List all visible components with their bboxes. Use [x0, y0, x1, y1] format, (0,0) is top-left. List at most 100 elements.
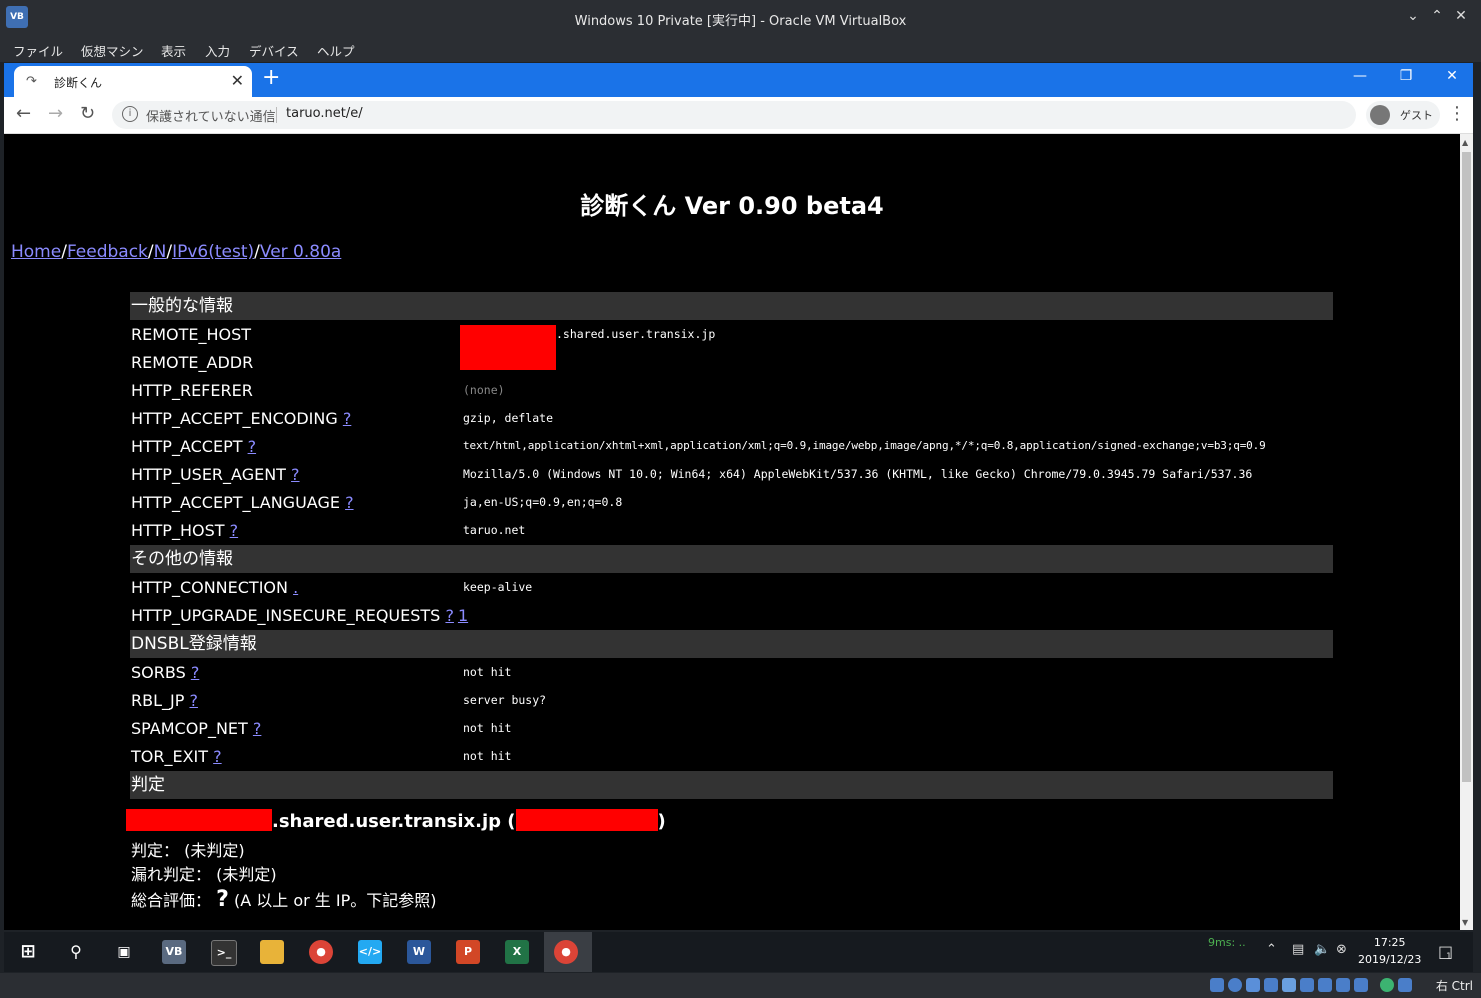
search-icon[interactable]: ⚲	[64, 940, 88, 964]
chrome-icon[interactable]: ●	[309, 940, 333, 964]
host-key-label: 右 Ctrl	[1435, 979, 1473, 993]
url-text[interactable]: taruo.net/e/	[286, 106, 363, 121]
help-link[interactable]: ?	[445, 606, 454, 625]
chevron-down-icon[interactable]: ⌄	[1403, 8, 1423, 24]
reload-icon[interactable]: ↻	[80, 103, 95, 124]
taskbar-clock[interactable]: 17:25 2019/12/23	[1358, 936, 1421, 966]
hdd-status-icon[interactable]	[1210, 978, 1224, 992]
help-link[interactable]: ?	[345, 493, 354, 512]
menu-help[interactable]: ヘルプ	[317, 41, 355, 60]
usb-status-icon[interactable]	[1282, 978, 1296, 992]
tab-title: 診断くん	[54, 76, 103, 90]
link-home[interactable]: Home	[11, 242, 61, 262]
chrome-active-icon[interactable]: ●	[554, 940, 578, 964]
forward-arrow-icon[interactable]: →	[48, 103, 63, 124]
verdict-host: .shared.user.transix.jp ()	[126, 809, 666, 832]
menu-view[interactable]: 表示	[161, 41, 186, 60]
help-link[interactable]: ?	[343, 409, 352, 428]
tab-close-icon[interactable]: ✕	[231, 71, 244, 90]
link-ipv6[interactable]: IPv6(test)	[172, 242, 254, 262]
tray-chevron-icon[interactable]: ⌃	[1266, 942, 1277, 957]
profile-button[interactable]: ゲスト	[1366, 101, 1440, 129]
link-feedback[interactable]: Feedback	[67, 242, 148, 262]
volume-icon[interactable]: 🔈	[1314, 942, 1330, 957]
network-icon[interactable]: ▤	[1292, 942, 1304, 957]
minimize-icon[interactable]: —	[1350, 68, 1370, 84]
row-key: REMOTE_ADDR	[131, 353, 254, 372]
row-key-text: SPAMCOP_NET	[131, 719, 248, 738]
row-value: taruo.net	[463, 523, 526, 537]
virtualbox-app-icon[interactable]: VB	[162, 940, 186, 964]
scroll-down-icon[interactable]: ▼	[1462, 918, 1468, 927]
row-key-text: RBL_JP	[131, 691, 185, 710]
vscode-icon[interactable]: </>	[358, 940, 382, 964]
row-value: not hit	[463, 721, 512, 735]
security-label[interactable]: 保護されていない通信	[146, 106, 276, 125]
display-status-icon[interactable]	[1318, 978, 1332, 992]
redaction-box	[515, 809, 658, 831]
file-explorer-icon[interactable]	[260, 940, 284, 964]
overall-label: 総合評価：	[131, 891, 212, 910]
page-scrollbar[interactable]: ▲ ▼	[1460, 134, 1473, 930]
word-icon[interactable]: W	[407, 940, 431, 964]
verdict-host-text: .shared.user.transix.jp (	[272, 811, 516, 832]
scroll-up-icon[interactable]: ▲	[1462, 138, 1468, 147]
row-key: RBL_JP ?	[131, 691, 198, 710]
table-row: HTTP_CONNECTION . keep-alive	[130, 574, 1333, 602]
close-circle-icon[interactable]: ⊗	[1336, 942, 1347, 957]
vbox-close-icon[interactable]: ✕	[1451, 8, 1471, 24]
new-tab-button[interactable]: +	[262, 65, 280, 90]
section-general: 一般的な情報	[130, 292, 1333, 320]
address-bar[interactable]: i 保護されていない通信 taruo.net/e/	[112, 101, 1356, 129]
page-favicon-icon: ↷	[26, 74, 37, 89]
help-link[interactable]: ?	[213, 747, 222, 766]
table-row: HTTP_HOST ? taruo.net	[130, 517, 1333, 545]
link-version[interactable]: Ver 0.80a	[260, 242, 341, 262]
network-status-icon[interactable]	[1264, 978, 1278, 992]
powerpoint-icon[interactable]: P	[456, 940, 480, 964]
window-close-icon[interactable]: ✕	[1442, 68, 1462, 84]
windows-start-icon[interactable]: ⊞	[16, 940, 40, 964]
chevron-up-icon[interactable]: ⌃	[1427, 8, 1447, 24]
omnibox-divider	[276, 107, 277, 123]
menu-input[interactable]: 入力	[205, 41, 230, 60]
menu-devices[interactable]: デバイス	[249, 41, 299, 60]
link-n[interactable]: N	[154, 242, 167, 262]
back-arrow-icon[interactable]: ←	[16, 103, 31, 124]
help-link[interactable]: ?	[291, 465, 300, 484]
mouse-integration-icon[interactable]	[1398, 978, 1412, 992]
info-icon[interactable]: i	[122, 106, 138, 122]
help-link[interactable]: ?	[189, 691, 198, 710]
vt-status-icon[interactable]	[1380, 978, 1394, 992]
more-menu-icon[interactable]: ⋮	[1448, 103, 1466, 124]
task-view-icon[interactable]: ▣	[112, 940, 136, 964]
recording-status-icon[interactable]	[1336, 978, 1350, 992]
value-link[interactable]: 1	[458, 606, 468, 625]
row-key-text: HTTP_UPGRADE_INSECURE_REQUESTS	[131, 606, 441, 625]
table-row: REMOTE_ADDR	[130, 349, 1333, 377]
row-key: HTTP_ACCEPT ?	[131, 437, 256, 456]
cpu-status-icon[interactable]	[1354, 978, 1368, 992]
table-row: SORBS ? not hit	[130, 659, 1333, 687]
row-key: REMOTE_HOST	[131, 325, 252, 344]
row-key-text: HTTP_HOST	[131, 521, 225, 540]
help-link[interactable]: ?	[248, 437, 257, 456]
help-link[interactable]: ?	[253, 719, 262, 738]
optical-drive-icon[interactable]	[1228, 978, 1242, 992]
section-other: その他の情報	[130, 545, 1333, 573]
excel-icon[interactable]: X	[505, 940, 529, 964]
terminal-icon[interactable]: >_	[211, 940, 237, 966]
menu-machine[interactable]: 仮想マシン	[81, 41, 144, 60]
audio-status-icon[interactable]	[1246, 978, 1260, 992]
shared-folder-icon[interactable]	[1300, 978, 1314, 992]
row-value: not hit	[463, 749, 512, 763]
menu-file[interactable]: ファイル	[13, 41, 63, 60]
scrollbar-thumb[interactable]	[1462, 152, 1471, 782]
help-link[interactable]: ?	[191, 663, 200, 682]
page-title: 診断くん Ver 0.90 beta4	[580, 192, 884, 220]
help-link[interactable]: ?	[230, 521, 239, 540]
dot-link[interactable]: .	[293, 578, 298, 597]
windows-taskbar: ⊞ ⚲ ▣ VB >_ ● </> W P X ● 9ms: .. ⌃ ▤ 🔈 …	[4, 932, 1473, 972]
tab-shindan[interactable]: ↷ 診断くん ✕	[14, 66, 252, 97]
restore-icon[interactable]: ❐	[1396, 68, 1416, 84]
